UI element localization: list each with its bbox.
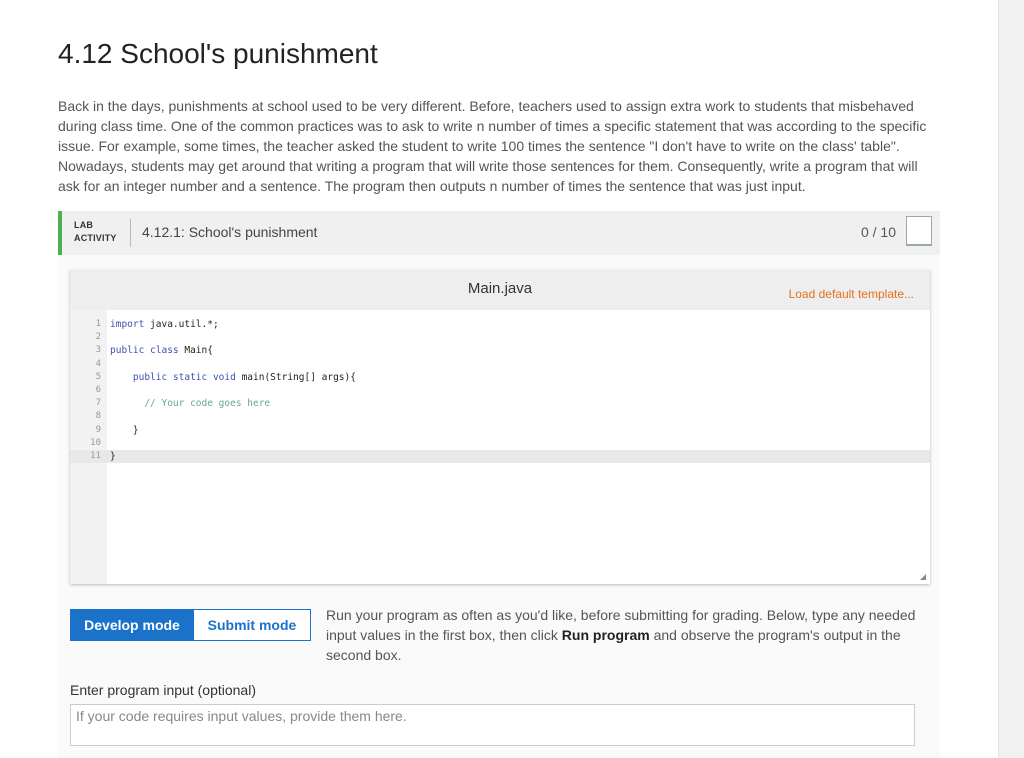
- editor-toolbar: Main.java Load default template...: [70, 270, 930, 310]
- load-default-template-link[interactable]: Load default template...: [789, 287, 914, 301]
- code-line[interactable]: 5 public static void main(String[] args)…: [70, 371, 930, 384]
- code-token: public class: [110, 345, 179, 357]
- line-number: 8: [95, 411, 101, 422]
- section-description: Back in the days, punishments at school …: [58, 98, 927, 194]
- code-line[interactable]: 11}: [70, 449, 930, 464]
- line-number: 2: [95, 332, 101, 343]
- code-line[interactable]: 9 }: [70, 424, 930, 437]
- code-token: main(String[] args){: [235, 371, 356, 383]
- submit-mode-button[interactable]: Submit mode: [194, 609, 311, 641]
- score-indicator-box: [906, 216, 932, 246]
- lab-title: 4.12.1: School's punishment: [142, 224, 318, 240]
- code-token: Main{: [178, 345, 213, 357]
- code-line[interactable]: 3 public class Main{: [70, 344, 930, 357]
- line-number: 9: [95, 424, 101, 435]
- code-text: }: [110, 450, 116, 463]
- lab-header-divider: [130, 219, 131, 247]
- line-number: 4: [95, 358, 101, 369]
- lab-tag-line1: LAB: [74, 220, 94, 230]
- code-text: import java.util.*;: [110, 318, 219, 331]
- lab-activity-header: LAB ACTIVITY 4.12.1: School's punishment…: [58, 211, 940, 255]
- line-number: 6: [95, 384, 101, 395]
- line-number: 10: [90, 437, 101, 448]
- mode-toggle: Develop mode Submit mode: [70, 609, 311, 641]
- code-token: import: [110, 319, 145, 330]
- code-token: }: [110, 424, 139, 436]
- code-line[interactable]: 4: [70, 358, 930, 371]
- program-input-field[interactable]: [70, 704, 915, 746]
- code-area[interactable]: 1 import java.util.*; 2 3 public class Main{…: [70, 318, 930, 464]
- code-token: }: [110, 450, 116, 462]
- page-scrollbar-track[interactable]: [998, 0, 1024, 758]
- code-line[interactable]: 6: [70, 384, 930, 397]
- line-number: 7: [95, 398, 101, 409]
- code-token: java.util.*;: [144, 319, 219, 330]
- code-token: // Your code goes here: [144, 398, 271, 410]
- code-text: public class Main{: [110, 344, 213, 357]
- run-program-emphasis: Run program: [561, 627, 650, 643]
- code-line[interactable]: 1 import java.util.*;: [70, 318, 930, 331]
- code-line[interactable]: 2: [70, 331, 930, 344]
- resize-handle-icon[interactable]: [920, 574, 926, 580]
- develop-mode-button[interactable]: Develop mode: [70, 609, 194, 641]
- line-number: 5: [95, 371, 101, 382]
- line-number: 1: [95, 319, 101, 329]
- program-input-label: Enter program input (optional): [70, 682, 256, 698]
- code-token: public static void: [132, 371, 236, 383]
- mode-instructions: Run your program as often as you'd like,…: [326, 605, 930, 665]
- lab-activity-tag: LAB ACTIVITY: [74, 219, 117, 245]
- code-line[interactable]: 7 // Your code goes here: [70, 397, 930, 410]
- lab-tag-line2: ACTIVITY: [74, 233, 117, 243]
- code-text: }: [110, 424, 139, 437]
- lab-score: 0 / 10: [860, 224, 896, 240]
- code-text: // Your code goes here: [110, 397, 270, 410]
- line-number: 3: [95, 345, 101, 356]
- line-number: 11: [90, 450, 101, 461]
- code-line[interactable]: 8: [70, 410, 930, 423]
- code-editor[interactable]: Main.java Load default template... 1 impo…: [70, 270, 930, 584]
- section-title: 4.12 School's punishment: [58, 38, 378, 69]
- code-text: public static void main(String[] args){: [110, 371, 356, 384]
- code-line[interactable]: 10: [70, 437, 930, 450]
